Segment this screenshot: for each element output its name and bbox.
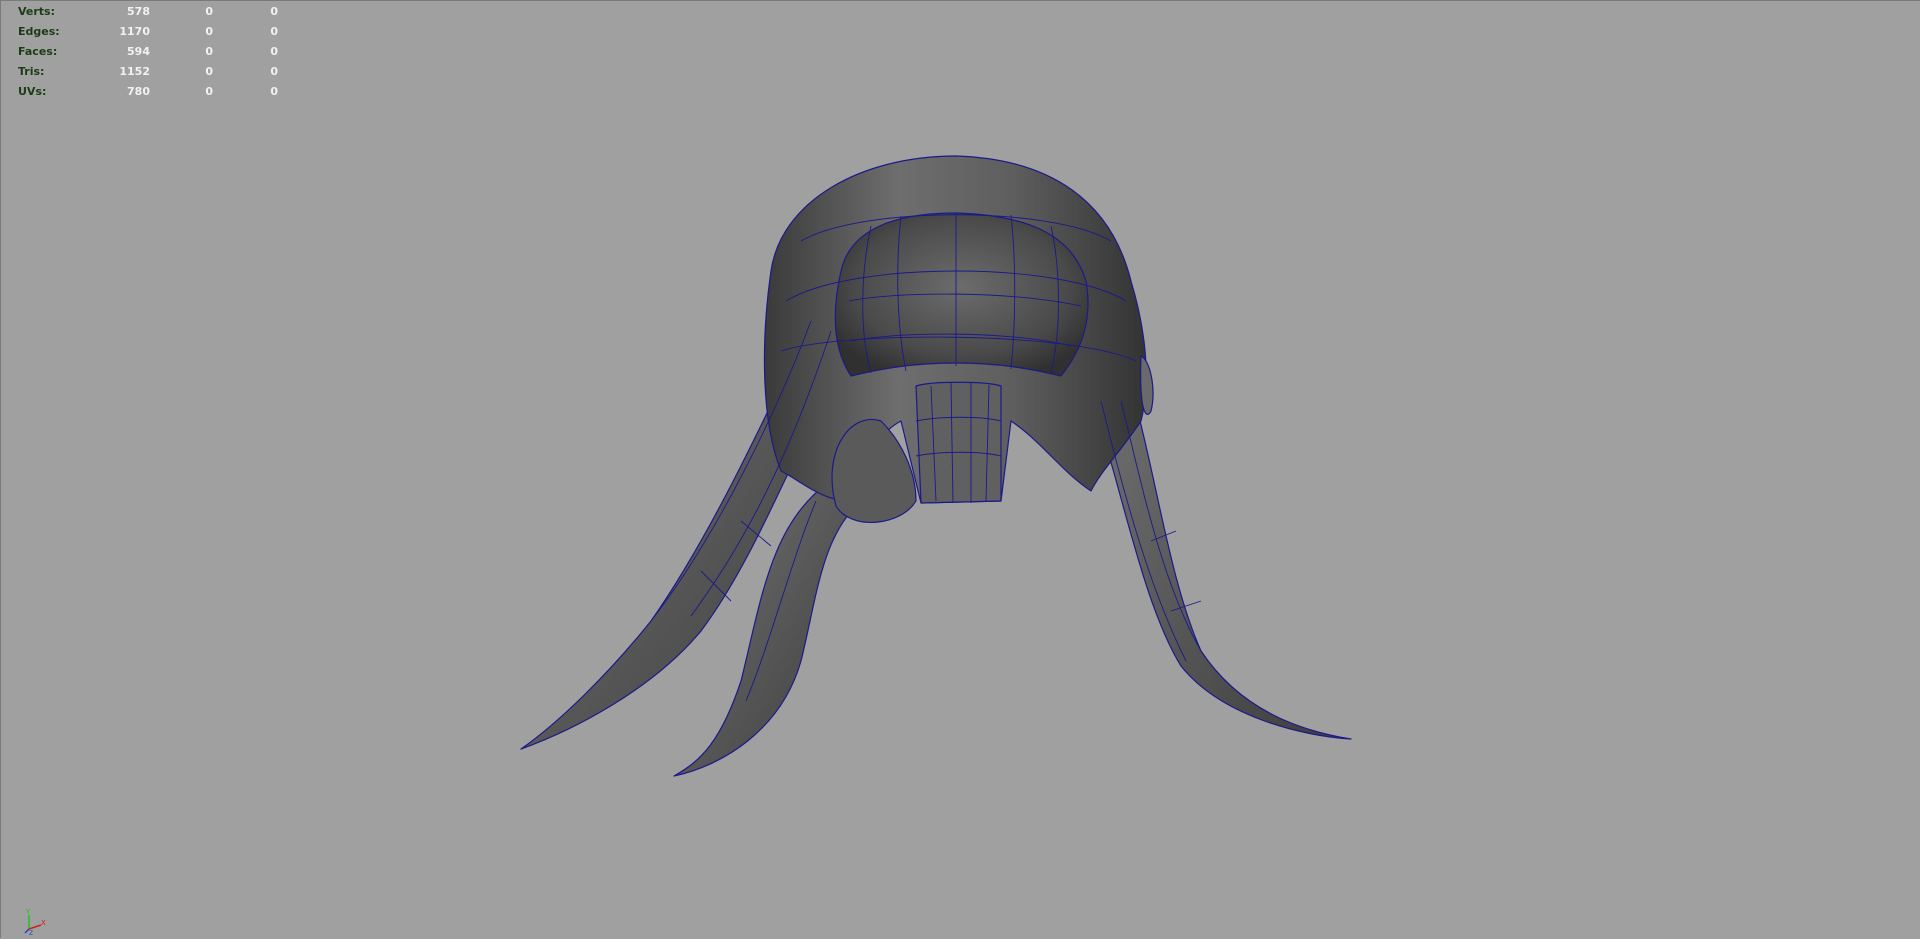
axis-z-label: Z [29, 930, 33, 935]
left-ear-loop [831, 418, 917, 524]
helmet-mesh[interactable] [1, 1, 1920, 939]
axis-x-label: X [41, 919, 46, 927]
right-fin [1140, 355, 1154, 416]
axis-gizmo-icon: Y X Z [24, 908, 46, 935]
3d-viewport[interactable]: Verts: 578 0 0 Edges: 1170 0 0 Faces: 59… [0, 0, 1920, 938]
axis-y-label: Y [25, 908, 31, 916]
